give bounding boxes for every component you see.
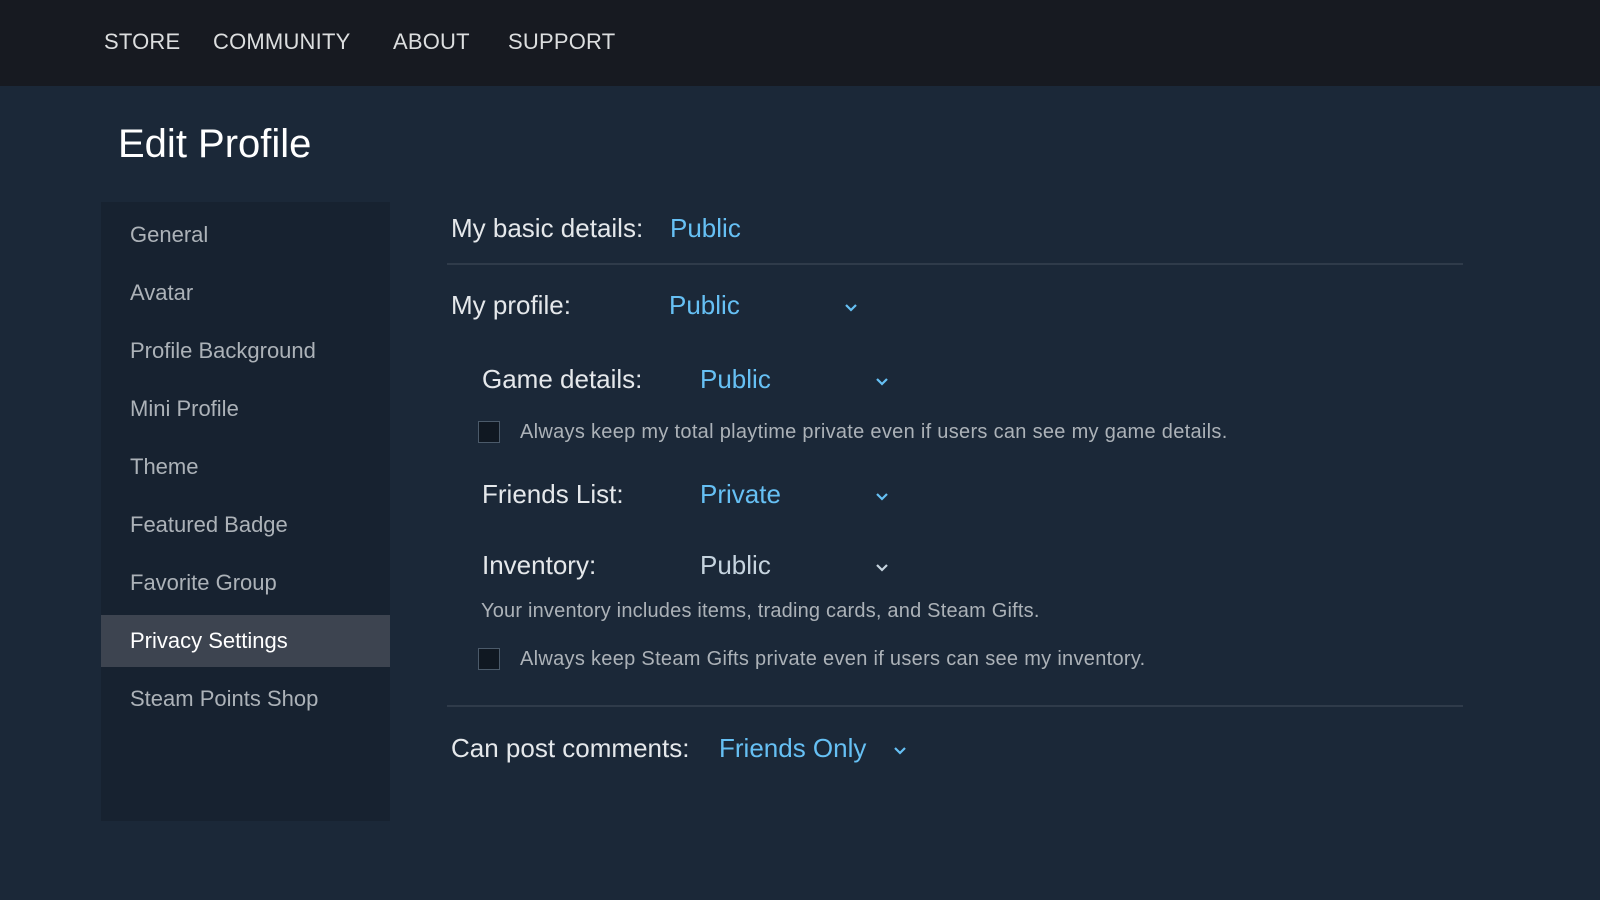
chevron-down-icon[interactable] [874, 562, 890, 574]
chevron-down-icon[interactable] [874, 491, 890, 503]
profile-privacy-label: My profile: [451, 290, 571, 320]
playtime-private-label: Always keep my total playtime private ev… [520, 421, 1228, 443]
game-details-dropdown[interactable]: Public [700, 364, 771, 395]
basic-details-value: Public [670, 213, 741, 243]
sidebar-item-mini-profile[interactable]: Mini Profile [101, 383, 390, 435]
sidebar-item-avatar[interactable]: Avatar [101, 267, 390, 319]
top-navigation-bar: STORE COMMUNITY ABOUT SUPPORT [0, 0, 1600, 86]
sidebar-item-steam-points-shop[interactable]: Steam Points Shop [101, 673, 390, 725]
chevron-down-icon[interactable] [843, 302, 859, 314]
nav-community[interactable]: COMMUNITY [213, 29, 350, 55]
section-divider [447, 263, 1463, 265]
nav-support[interactable]: SUPPORT [508, 29, 615, 55]
inventory-note: Your inventory includes items, trading c… [481, 600, 1040, 622]
chevron-down-icon[interactable] [874, 376, 890, 388]
inventory-label: Inventory: [482, 550, 597, 580]
playtime-private-checkbox[interactable] [478, 421, 500, 443]
gifts-private-checkbox[interactable] [478, 648, 500, 670]
friends-list-dropdown[interactable]: Private [700, 479, 781, 510]
nav-store[interactable]: STORE [104, 29, 180, 55]
chevron-down-icon[interactable] [892, 745, 908, 757]
edit-profile-page: Edit Profile General Avatar Profile Back… [0, 86, 1600, 900]
page-title: Edit Profile [118, 122, 312, 166]
friends-list-label: Friends List: [482, 479, 624, 509]
inventory-dropdown[interactable]: Public [700, 550, 771, 581]
basic-details-label: My basic details: [451, 213, 644, 243]
sidebar-item-theme[interactable]: Theme [101, 441, 390, 493]
sidebar-item-featured-badge[interactable]: Featured Badge [101, 499, 390, 551]
profile-privacy-dropdown[interactable]: Public [669, 290, 740, 321]
nav-about[interactable]: ABOUT [393, 29, 470, 55]
sidebar-item-favorite-group[interactable]: Favorite Group [101, 557, 390, 609]
comments-label: Can post comments: [451, 733, 690, 763]
sidebar-item-privacy-settings[interactable]: Privacy Settings [101, 615, 390, 667]
sidebar-item-general[interactable]: General [101, 209, 390, 261]
gifts-private-label: Always keep Steam Gifts private even if … [520, 648, 1146, 670]
comments-dropdown[interactable]: Friends Only [719, 733, 866, 764]
section-divider [447, 705, 1463, 707]
sidebar-item-profile-background[interactable]: Profile Background [101, 325, 390, 377]
game-details-label: Game details: [482, 364, 643, 394]
profile-sidebar: General Avatar Profile Background Mini P… [101, 202, 390, 821]
